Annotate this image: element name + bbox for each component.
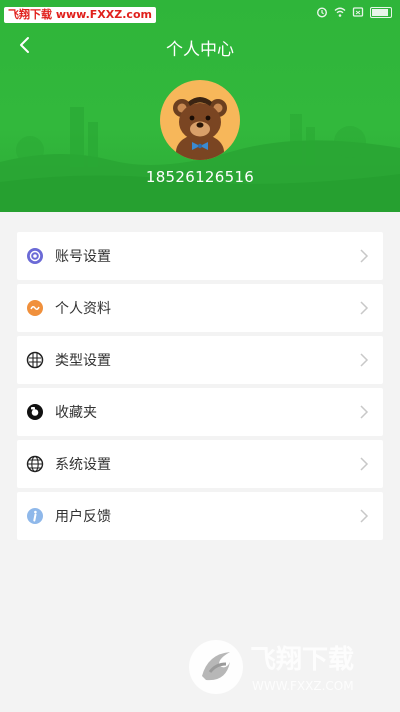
menu-item-label: 用户反馈 [55, 509, 111, 525]
avatar[interactable] [160, 80, 240, 160]
bear-avatar-icon [173, 97, 227, 160]
chevron-right-icon [360, 405, 369, 419]
alarm-icon [316, 7, 328, 18]
watermark-bottom: 飞翔下载 WWW.FXXZ.COM [186, 636, 386, 698]
watermark-top: 飞翔下载 www.FXXZ.com [4, 7, 156, 23]
wifi-icon [334, 7, 346, 17]
menu-item-label: 收藏夹 [55, 405, 97, 421]
chevron-right-icon [360, 249, 369, 263]
sim-icon [352, 7, 364, 17]
menu-item-label: 账号设置 [55, 249, 111, 265]
watermark-logo-icon: 飞翔下载 WWW.FXXZ.COM [189, 640, 354, 694]
watermark-title: 飞翔下载 [250, 645, 354, 675]
header-banner: 飞翔下载 www.FXXZ.com 个人中心 18526126516 [0, 0, 400, 212]
user-phone: 18526126516 [145, 168, 255, 186]
status-bar: 飞翔下载 www.FXXZ.com [0, 0, 400, 24]
menu-item-profile[interactable]: 个人资料 [17, 284, 383, 332]
favorites-icon [27, 404, 43, 420]
menu-item-label: 个人资料 [55, 301, 111, 317]
menu-item-label: 系统设置 [55, 457, 111, 473]
menu-item-system-settings[interactable]: 系统设置 [17, 440, 383, 488]
info-icon [27, 508, 43, 524]
account-settings-icon [27, 248, 43, 264]
menu-item-feedback[interactable]: 用户反馈 [17, 492, 383, 540]
chevron-right-icon [360, 353, 369, 367]
chevron-right-icon [360, 509, 369, 523]
status-icons [316, 4, 392, 20]
menu-item-favorites[interactable]: 收藏夹 [17, 388, 383, 436]
menu-item-account-settings[interactable]: 账号设置 [17, 232, 383, 280]
chevron-right-icon [360, 457, 369, 471]
chevron-right-icon [360, 301, 369, 315]
profile-icon [27, 300, 43, 316]
menu-item-type-settings[interactable]: 类型设置 [17, 336, 383, 384]
menu-item-label: 类型设置 [55, 353, 111, 369]
page-title: 个人中心 [166, 40, 234, 60]
type-settings-icon [26, 351, 44, 369]
menu-list: 账号设置 个人资料 类型设置 收藏夹 系统设置 用户反馈 [17, 232, 383, 544]
battery-icon [370, 6, 392, 18]
globe-icon [26, 455, 44, 473]
watermark-url: WWW.FXXZ.COM [252, 679, 354, 693]
